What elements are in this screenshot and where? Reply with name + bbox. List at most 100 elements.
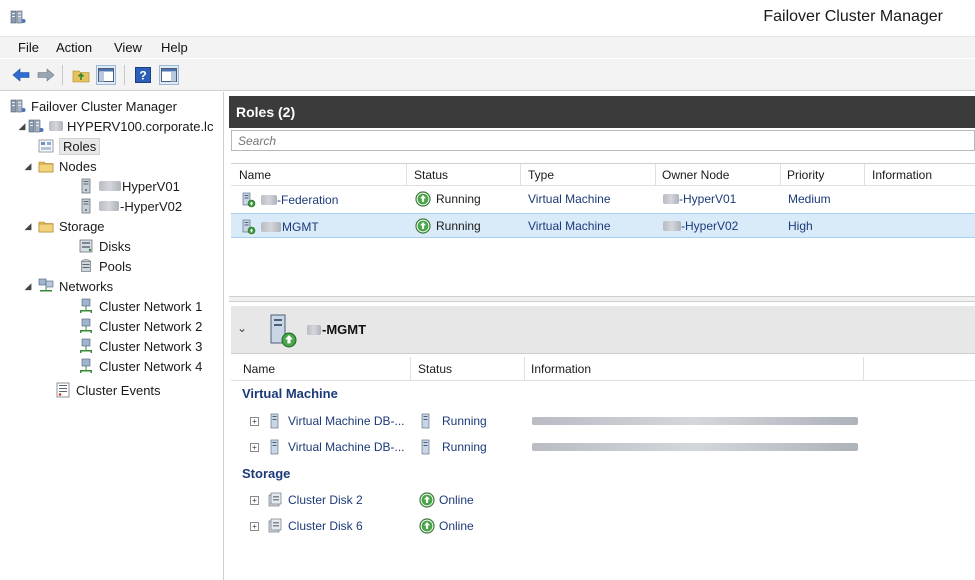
tree-pools-label: Pools [99,258,132,274]
menu-help[interactable]: Help [161,40,188,55]
tree-item-roles[interactable]: Roles [38,136,101,156]
redacted-text [49,121,63,131]
column-header-name[interactable]: Name [239,168,271,182]
column-header-information[interactable]: Information [531,362,591,376]
resource-information [532,443,858,451]
tree-item-pools[interactable]: Pools [78,256,132,276]
column-header-owner-node[interactable]: Owner Node [662,168,729,182]
column-header-priority[interactable]: Priority [787,168,824,182]
list-item[interactable]: + Cluster Disk 2 Online [231,488,975,512]
cluster-manager-icon [10,98,26,114]
detail-role-name: -MGMT [307,322,366,337]
cluster-icon [28,118,44,134]
svg-text:?: ? [139,69,146,83]
forward-arrow-icon[interactable] [36,65,56,85]
status-cell: Running [415,191,481,207]
tree-storage-label: Storage [59,218,105,234]
menu-action[interactable]: Action [56,40,92,55]
expand-plus-icon[interactable]: + [250,521,259,531]
role-name-cell: -Federation [240,192,338,208]
up-folder-icon[interactable] [71,65,91,85]
tree-root[interactable]: Failover Cluster Manager [10,96,177,116]
menu-bar: File Action View Help [0,36,975,58]
tree-item-storage[interactable]: ◢ Storage [25,216,105,236]
list-item[interactable]: + Cluster Disk 6 Online [231,514,975,538]
list-item[interactable]: + Virtual Machine DB-... Running [231,435,975,459]
show-hide-action-pane-icon[interactable] [159,65,179,85]
resource-status: Running [442,440,487,454]
collapse-arrow-icon[interactable]: ◢ [22,281,34,292]
column-divider[interactable] [524,357,525,381]
list-item[interactable]: + Virtual Machine DB-... Running [231,409,975,433]
group-title-virtual-machine: Virtual Machine [242,386,338,401]
column-header-information[interactable]: Information [872,168,932,182]
table-row[interactable]: -Federation Running Virtual Machine -Hyp… [231,187,975,212]
resource-status-cell: Online [419,492,474,508]
column-header-status[interactable]: Status [418,362,452,376]
owner-node-cell: -HyperV01 [663,192,736,206]
column-header-status[interactable]: Status [414,168,448,182]
redacted-text [532,417,858,425]
column-divider[interactable] [655,164,656,186]
tree-item-networks[interactable]: ◢ Networks [25,276,113,296]
resource-name: Cluster Disk 2 [288,493,363,507]
column-divider[interactable] [864,164,865,186]
expand-plus-icon[interactable]: + [250,416,259,426]
tree-events-label: Cluster Events [76,382,161,398]
roles-panel-header: Roles (2) [229,96,975,128]
tree-item-node2[interactable]: -HyperV02 [78,196,182,216]
tree-item-disks[interactable]: Disks [78,236,131,256]
online-status-icon [419,518,435,534]
column-divider[interactable] [520,164,521,186]
vm-icon [267,439,283,455]
column-divider[interactable] [410,357,411,381]
column-divider[interactable] [863,357,864,381]
server-icon [78,198,94,214]
resource-status-cell: Running [418,413,487,429]
search-box[interactable] [231,130,975,151]
tree-item-node1[interactable]: HyperV01 [78,176,180,196]
online-status-icon [419,492,435,508]
expand-plus-icon[interactable]: + [250,442,259,452]
show-hide-tree-icon[interactable] [96,65,116,85]
column-header-name[interactable]: Name [243,362,275,376]
help-icon[interactable]: ? [133,65,153,85]
tree-item-cluster-events[interactable]: Cluster Events [55,380,161,400]
owner-node-cell: -HyperV02 [663,219,738,233]
window-title: Failover Cluster Manager [763,8,943,25]
running-status-icon [415,191,431,207]
resource-status-cell: Online [419,518,474,534]
cluster-app-icon[interactable] [10,9,26,25]
resource-name: Virtual Machine DB-... [288,414,405,428]
column-header-type[interactable]: Type [528,168,554,182]
tree-item-network3[interactable]: Cluster Network 3 [78,336,202,356]
tree-item-nodes[interactable]: ◢ Nodes [25,156,97,176]
role-name: -Federation [277,193,339,207]
back-arrow-icon[interactable] [11,65,31,85]
chevron-down-icon[interactable]: ⌄ [237,321,247,335]
collapse-arrow-icon[interactable]: ◢ [22,161,34,172]
detail-role-name-text: -MGMT [322,322,367,337]
tree-cluster[interactable]: ◢ HYPERV100.corporate.lc [16,116,214,136]
expand-plus-icon[interactable]: + [250,495,259,505]
search-input[interactable] [232,131,974,150]
tree-item-network1[interactable]: Cluster Network 1 [78,296,202,316]
role-name-cell: MGMT [240,219,319,235]
toolbar-separator [62,65,63,85]
resource-name-cell: + Virtual Machine DB-... [250,439,405,455]
collapse-arrow-icon[interactable]: ◢ [16,121,28,132]
status-text: Running [436,219,481,233]
type-cell: Virtual Machine [528,192,611,206]
menu-file[interactable]: File [18,40,39,55]
table-row-selected[interactable]: MGMT Running Virtual Machine -HyperV02 H… [231,213,975,238]
pane-splitter[interactable] [229,296,975,302]
tree-item-network2[interactable]: Cluster Network 2 [78,316,202,336]
collapse-arrow-icon[interactable]: ◢ [22,221,34,232]
menu-view[interactable]: View [114,40,142,55]
vm-running-icon [418,413,434,429]
column-divider[interactable] [780,164,781,186]
column-divider[interactable] [406,164,407,186]
resource-name: Virtual Machine DB-... [288,440,405,454]
tree-item-network4[interactable]: Cluster Network 4 [78,356,202,376]
resource-status: Online [439,493,474,507]
